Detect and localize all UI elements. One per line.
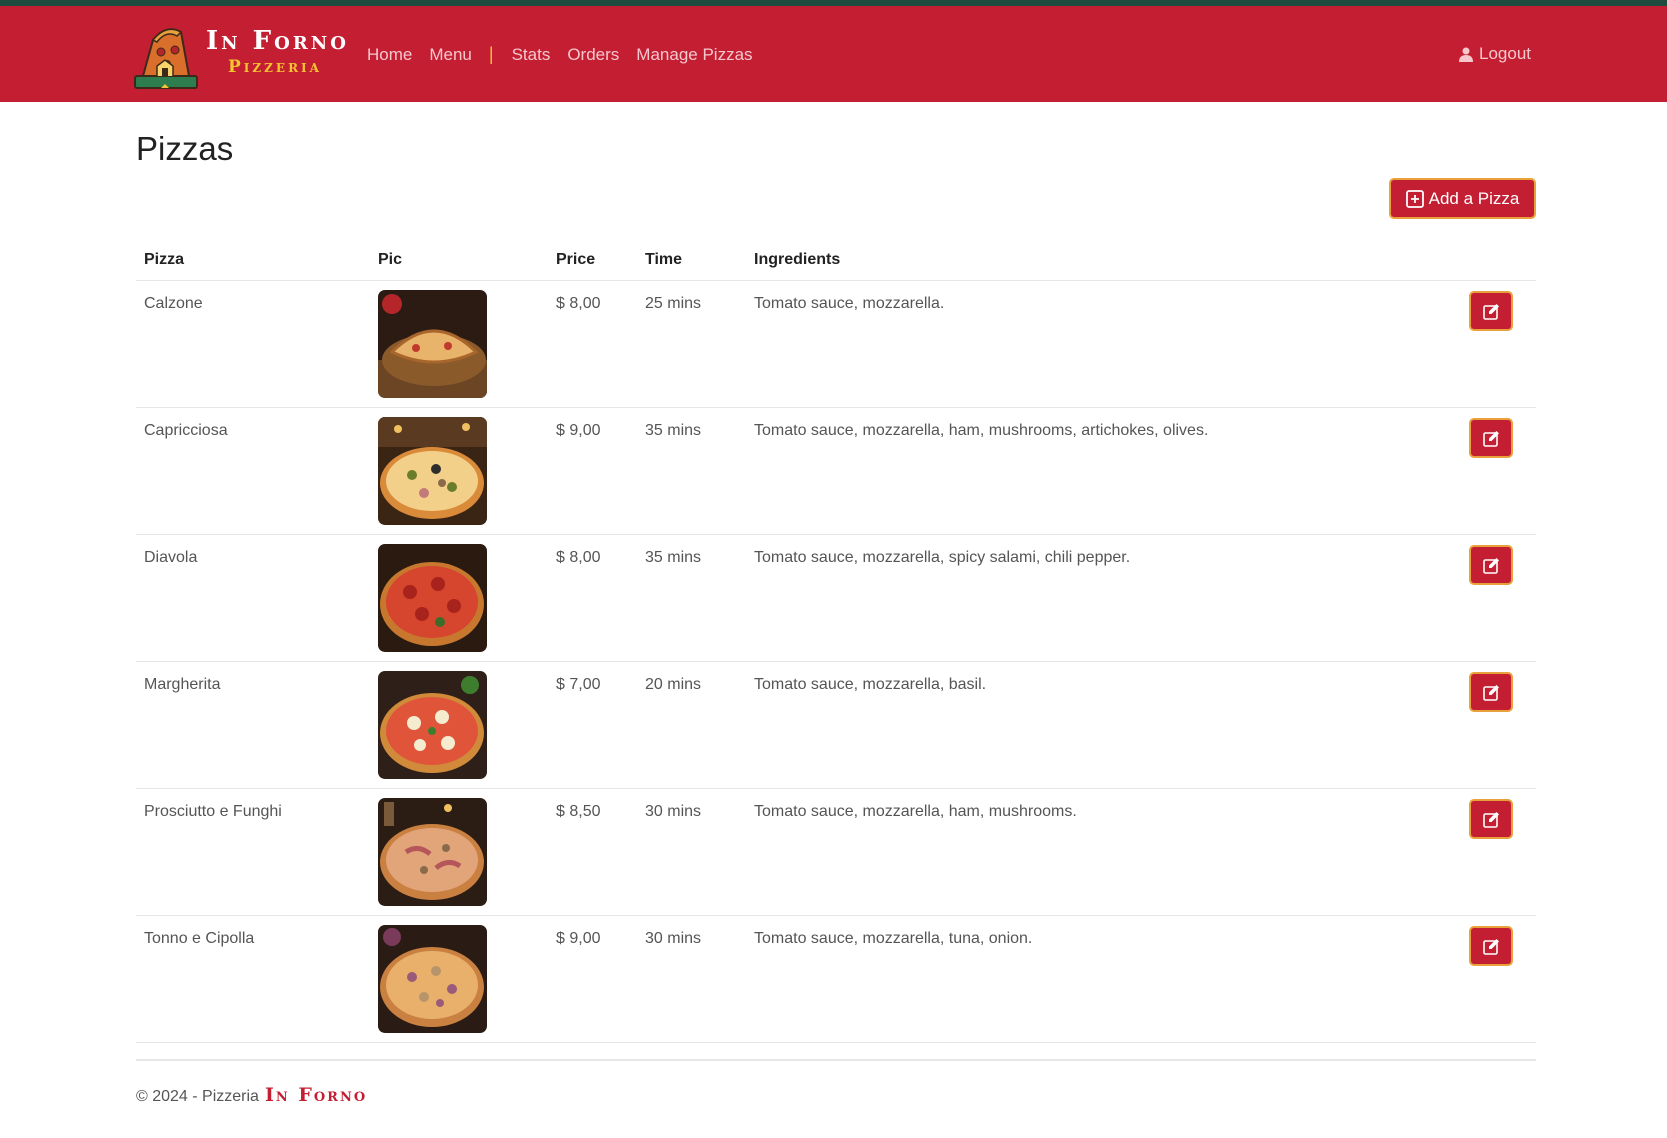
pizza-table: Pizza Pic Price Time Ingredients Calzone… — [136, 240, 1536, 1043]
pizza-time: 30 mins — [637, 788, 746, 916]
table-row: Tonno e Cipolla $ 9,00 30 mins Tomato sa… — [136, 915, 1536, 1043]
pizza-name: Diavola — [136, 534, 370, 662]
table-row: Diavola $ 8,00 35 mins Tomato sauce, moz… — [136, 534, 1536, 662]
pizza-time: 25 mins — [637, 280, 746, 408]
pizza-price: $ 9,00 — [548, 915, 637, 1043]
edit-pizza-button[interactable] — [1469, 798, 1513, 839]
pizza-image — [378, 924, 487, 1033]
edit-icon — [1483, 811, 1499, 828]
pizza-time: 35 mins — [637, 407, 746, 535]
pizza-name: Prosciutto e Funghi — [136, 788, 370, 916]
edit-icon — [1483, 303, 1499, 320]
pizza-name: Margherita — [136, 661, 370, 789]
nav-manage-pizzas[interactable]: Manage Pizzas — [636, 45, 752, 65]
page-title: Pizzas — [136, 130, 234, 167]
pizza-ingredients: Tomato sauce, mozzarella, spicy salami, … — [746, 534, 1446, 662]
nav-orders[interactable]: Orders — [567, 45, 619, 65]
pizza-ingredients: Tomato sauce, mozzarella, ham, mushrooms… — [746, 407, 1446, 535]
brand-subtitle: Pizzeria — [228, 57, 322, 77]
pizza-image — [378, 797, 487, 906]
nav-stats[interactable]: Stats — [512, 45, 551, 65]
table-row: Margherita $ 7,00 20 mins Tomato sauce, … — [136, 661, 1536, 789]
edit-pizza-button[interactable] — [1469, 671, 1513, 712]
pizza-name: Calzone — [136, 280, 370, 408]
brand-name: In Forno — [206, 26, 349, 56]
main-nav: Home Menu | Stats Orders Manage Pizzas — [367, 44, 770, 65]
table-row: Prosciutto e Funghi $ 8,50 30 mins Tomat… — [136, 788, 1536, 916]
add-pizza-button[interactable]: Add a Pizza — [1389, 178, 1536, 219]
edit-pizza-button[interactable] — [1469, 925, 1513, 966]
edit-pizza-button[interactable] — [1469, 544, 1513, 585]
pizza-name: Capricciosa — [136, 407, 370, 535]
col-header-ingredients: Ingredients — [746, 240, 1446, 281]
edit-pizza-button[interactable] — [1469, 417, 1513, 458]
edit-pizza-button[interactable] — [1469, 290, 1513, 331]
col-header-pic: Pic — [370, 240, 548, 281]
pizza-ingredients: Tomato sauce, mozzarella, tuna, onion. — [746, 915, 1446, 1043]
pizza-time: 35 mins — [637, 534, 746, 662]
edit-icon — [1483, 430, 1499, 447]
navbar: In Forno Pizzeria Home Menu | Stats Orde… — [0, 6, 1667, 102]
pizza-image — [378, 416, 487, 525]
col-header-actions — [1446, 240, 1536, 281]
pizza-price: $ 8,00 — [548, 534, 637, 662]
pizza-image — [378, 543, 487, 652]
col-header-pizza: Pizza — [136, 240, 370, 281]
logout-link[interactable]: Logout — [1459, 44, 1531, 64]
table-row: Calzone $ 8,00 25 mins Tomato sauce, moz… — [136, 280, 1536, 408]
nav-separator: | — [488, 44, 494, 64]
pizza-price: $ 8,00 — [548, 280, 637, 408]
logout-label: Logout — [1479, 44, 1531, 63]
edit-icon — [1483, 938, 1499, 955]
brand[interactable]: In Forno Pizzeria — [206, 26, 349, 78]
pizzeria-logo[interactable] — [131, 20, 201, 92]
nav-menu[interactable]: Menu — [429, 45, 472, 65]
pizza-price: $ 9,00 — [548, 407, 637, 535]
pizza-name: Tonno e Cipolla — [136, 915, 370, 1043]
pizza-image — [378, 670, 487, 779]
add-pizza-label: Add a Pizza — [1428, 188, 1520, 208]
edit-icon — [1483, 684, 1499, 701]
pizza-ingredients: Tomato sauce, mozzarella. — [746, 280, 1446, 408]
pizza-time: 30 mins — [637, 915, 746, 1043]
user-icon — [1459, 47, 1473, 62]
nav-home[interactable]: Home — [367, 45, 412, 65]
col-header-time: Time — [637, 240, 746, 281]
footer-copyright: © 2024 - Pizzeria — [136, 1088, 259, 1105]
footer: © 2024 - Pizzeria In Forno — [136, 1084, 367, 1106]
pizza-image — [378, 289, 487, 398]
edit-icon — [1483, 557, 1499, 574]
footer-brand: In Forno — [264, 1084, 368, 1106]
table-header-row: Pizza Pic Price Time Ingredients — [136, 240, 1536, 281]
pizza-price: $ 7,00 — [548, 661, 637, 789]
pizza-ingredients: Tomato sauce, mozzarella, ham, mushrooms… — [746, 788, 1446, 916]
pizza-time: 20 mins — [637, 661, 746, 789]
pizza-ingredients: Tomato sauce, mozzarella, basil. — [746, 661, 1446, 789]
table-row: Capricciosa $ 9,00 35 mins Tomato sauce,… — [136, 407, 1536, 535]
plus-square-icon — [1405, 189, 1424, 208]
footer-divider — [136, 1059, 1536, 1061]
pizza-price: $ 8,50 — [548, 788, 637, 916]
col-header-price: Price — [548, 240, 637, 281]
